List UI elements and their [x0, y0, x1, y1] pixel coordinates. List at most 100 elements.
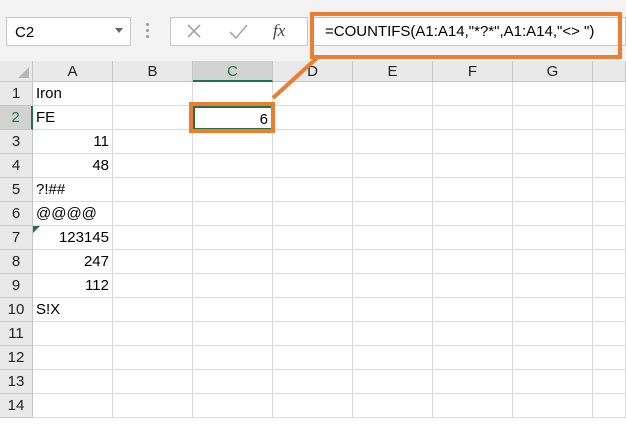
cell-c3[interactable]	[193, 130, 273, 154]
cell-d7[interactable]	[273, 226, 353, 250]
cell-g1[interactable]	[513, 82, 593, 106]
column-header-g[interactable]: G	[513, 61, 593, 82]
cell-b9[interactable]	[113, 274, 193, 298]
cell-b4[interactable]	[113, 154, 193, 178]
error-indicator-icon[interactable]	[33, 226, 40, 233]
row-header-13[interactable]: 13	[0, 370, 33, 394]
cell-e13[interactable]	[353, 370, 433, 394]
column-header-a[interactable]: A	[33, 61, 113, 82]
cell-b8[interactable]	[113, 250, 193, 274]
insert-function-button[interactable]: fx	[264, 18, 304, 45]
cell-c8[interactable]	[193, 250, 273, 274]
cell-a1[interactable]: Iron	[33, 82, 113, 106]
cell-d10[interactable]	[273, 298, 353, 322]
enter-button[interactable]	[218, 18, 258, 45]
cell-a7[interactable]: 123145	[33, 226, 113, 250]
cell-g7[interactable]	[513, 226, 593, 250]
cell-d8[interactable]	[273, 250, 353, 274]
cell-b1[interactable]	[113, 82, 193, 106]
cell-c12[interactable]	[193, 346, 273, 370]
cell-f5[interactable]	[433, 178, 513, 202]
cell-b6[interactable]	[113, 202, 193, 226]
cell-f14[interactable]	[433, 394, 513, 418]
cell-e1[interactable]	[353, 82, 433, 106]
row-header-12[interactable]: 12	[0, 346, 33, 370]
cell-e5[interactable]	[353, 178, 433, 202]
cell-e8[interactable]	[353, 250, 433, 274]
cell-e2[interactable]	[353, 106, 433, 130]
row-header-1[interactable]: 1	[0, 82, 33, 106]
cell-f3[interactable]	[433, 130, 513, 154]
cell-partial[interactable]	[593, 250, 626, 274]
cell-partial[interactable]	[593, 154, 626, 178]
cell-f13[interactable]	[433, 370, 513, 394]
drag-handle-icon[interactable]	[146, 23, 150, 39]
cell-g12[interactable]	[513, 346, 593, 370]
row-header-5[interactable]: 5	[0, 178, 33, 202]
cell-partial[interactable]	[593, 322, 626, 346]
cell-a4[interactable]: 48	[33, 154, 113, 178]
cell-b10[interactable]	[113, 298, 193, 322]
row-header-4[interactable]: 4	[0, 154, 33, 178]
row-header-2[interactable]: 2	[0, 106, 33, 130]
cell-c7[interactable]	[193, 226, 273, 250]
row-header-14[interactable]: 14	[0, 394, 33, 418]
cell-partial[interactable]	[593, 106, 626, 130]
cell-b12[interactable]	[113, 346, 193, 370]
cell-b13[interactable]	[113, 370, 193, 394]
cell-d14[interactable]	[273, 394, 353, 418]
cell-f9[interactable]	[433, 274, 513, 298]
row-header-3[interactable]: 3	[0, 130, 33, 154]
cell-partial[interactable]	[593, 370, 626, 394]
cell-d2[interactable]	[273, 106, 353, 130]
cell-g3[interactable]	[513, 130, 593, 154]
row-header-8[interactable]: 8	[0, 250, 33, 274]
cell-c6[interactable]	[193, 202, 273, 226]
cell-f11[interactable]	[433, 322, 513, 346]
cell-g9[interactable]	[513, 274, 593, 298]
cell-e10[interactable]	[353, 298, 433, 322]
cell-g5[interactable]	[513, 178, 593, 202]
cell-e12[interactable]	[353, 346, 433, 370]
cell-f6[interactable]	[433, 202, 513, 226]
cell-a13[interactable]	[33, 370, 113, 394]
cell-f8[interactable]	[433, 250, 513, 274]
cell-partial[interactable]	[593, 82, 626, 106]
name-box[interactable]: C2	[6, 17, 131, 46]
cell-d1[interactable]	[273, 82, 353, 106]
cell-c10[interactable]	[193, 298, 273, 322]
cell-a5[interactable]: ?!##	[33, 178, 113, 202]
cell-e14[interactable]	[353, 394, 433, 418]
cell-a2[interactable]: FE	[33, 106, 113, 130]
cell-b14[interactable]	[113, 394, 193, 418]
cell-g4[interactable]	[513, 154, 593, 178]
cell-e11[interactable]	[353, 322, 433, 346]
select-all-button[interactable]	[0, 61, 33, 82]
cell-e3[interactable]	[353, 130, 433, 154]
cell-a10[interactable]: S!X	[33, 298, 113, 322]
column-header-e[interactable]: E	[353, 61, 433, 82]
cell-f1[interactable]	[433, 82, 513, 106]
cell-g14[interactable]	[513, 394, 593, 418]
cell-d13[interactable]	[273, 370, 353, 394]
cell-partial[interactable]	[593, 226, 626, 250]
cell-f10[interactable]	[433, 298, 513, 322]
cell-c4[interactable]	[193, 154, 273, 178]
cell-d9[interactable]	[273, 274, 353, 298]
cell-partial[interactable]	[593, 202, 626, 226]
row-header-6[interactable]: 6	[0, 202, 33, 226]
row-header-10[interactable]: 10	[0, 298, 33, 322]
cell-g2[interactable]	[513, 106, 593, 130]
cell-g10[interactable]	[513, 298, 593, 322]
cell-f4[interactable]	[433, 154, 513, 178]
cell-f7[interactable]	[433, 226, 513, 250]
cell-g11[interactable]	[513, 322, 593, 346]
column-header-f[interactable]: F	[433, 61, 513, 82]
cell-d6[interactable]	[273, 202, 353, 226]
cell-partial[interactable]	[593, 274, 626, 298]
cell-a14[interactable]	[33, 394, 113, 418]
cancel-button[interactable]	[174, 18, 214, 45]
column-header-b[interactable]: B	[113, 61, 193, 82]
cell-f12[interactable]	[433, 346, 513, 370]
cell-g6[interactable]	[513, 202, 593, 226]
